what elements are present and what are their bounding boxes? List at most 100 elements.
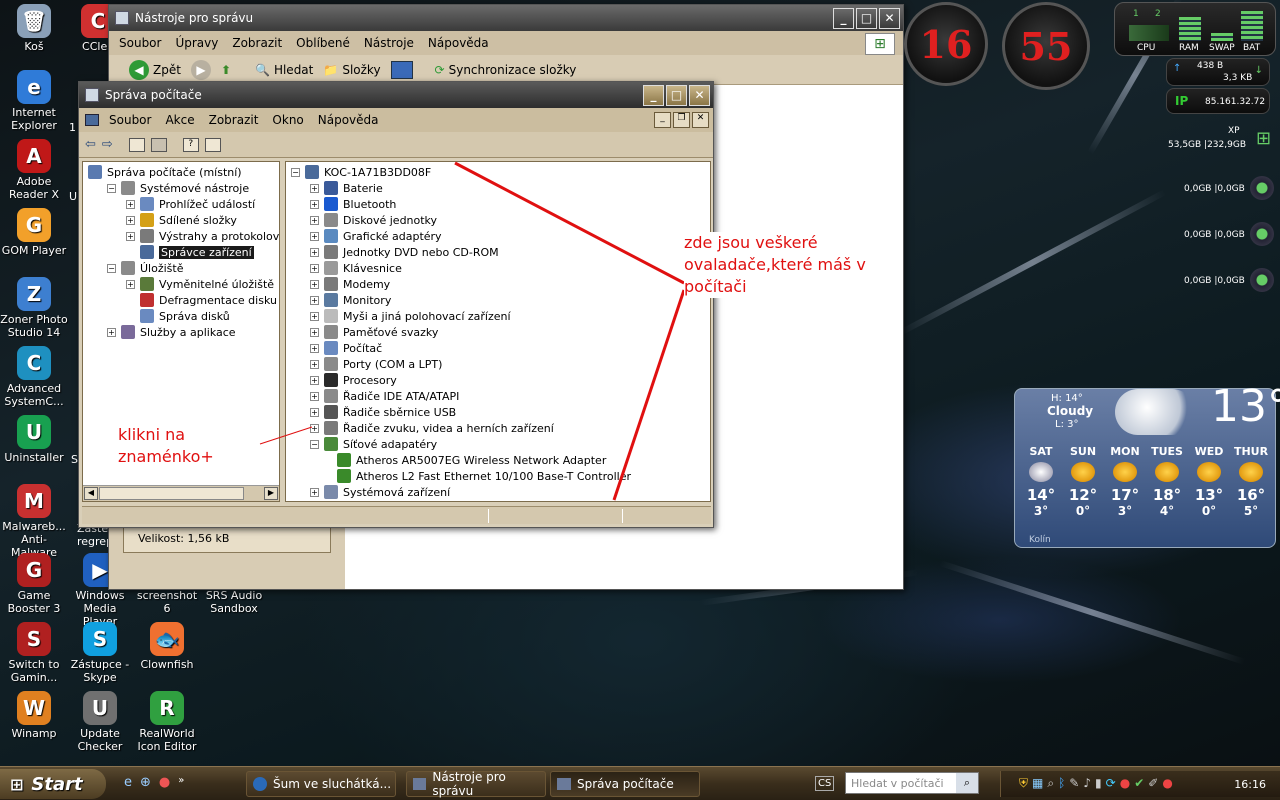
back-button[interactable]: ◀ Zpět — [129, 59, 181, 80]
expand-toggle[interactable]: + — [310, 215, 319, 225]
title-bar[interactable]: Správa počítače _ □ ✕ — [79, 82, 713, 108]
inner-restore-button[interactable]: ❐ — [673, 112, 690, 128]
device-category[interactable]: + Monitory — [310, 292, 391, 308]
game-icon[interactable]: ● — [159, 775, 170, 790]
desktop-icon[interactable]: G Game Booster 3 — [0, 553, 68, 615]
minimize-button[interactable]: _ — [833, 7, 854, 29]
device-category[interactable]: + Myši a jiná polohovací zařízení — [310, 308, 511, 324]
task-button[interactable]: Šum ve sluchátká... — [246, 771, 396, 797]
menu-item[interactable]: Úpravy — [175, 36, 218, 50]
shield-icon[interactable]: ⛨ — [1019, 776, 1028, 791]
scroll-thumb[interactable] — [99, 487, 244, 500]
expand-toggle[interactable]: + — [126, 215, 135, 225]
battery-icon[interactable]: ▮ — [1095, 776, 1102, 791]
tree-item[interactable]: − Systémové nástroje — [107, 180, 249, 196]
expand-toggle[interactable]: + — [310, 423, 319, 433]
alert-icon[interactable]: ● — [1162, 776, 1172, 791]
expand-toggle[interactable]: + — [310, 231, 319, 241]
network-icon[interactable]: ▦ — [1032, 776, 1043, 791]
maximize-button[interactable]: □ — [666, 84, 687, 106]
device-category[interactable]: + Řadiče sběrnice USB — [310, 404, 456, 420]
cleaner-icon[interactable]: ● — [1120, 776, 1130, 791]
desktop-icon[interactable]: W Winamp — [0, 691, 68, 740]
device-category[interactable]: + Řadiče zvuku, videa a herních zařízení — [310, 420, 554, 436]
update-icon[interactable]: ✎ — [1069, 776, 1079, 791]
expand-toggle[interactable]: + — [310, 295, 319, 305]
expand-toggle[interactable]: − — [107, 263, 116, 273]
tree-item[interactable]: Správce zařízení — [126, 244, 254, 260]
expand-toggle[interactable]: + — [310, 343, 319, 353]
close-button[interactable]: ✕ — [879, 7, 900, 29]
tree-item[interactable]: + Prohlížeč událostí — [126, 196, 255, 212]
sync-button[interactable]: ⟳ Synchronizace složky — [435, 63, 577, 77]
desktop-icon[interactable]: C Advanced SystemC... — [0, 346, 68, 408]
expand-toggle[interactable]: − — [291, 167, 300, 177]
desktop-icon[interactable]: e Internet Explorer — [0, 70, 68, 132]
pen-icon[interactable]: ✐ — [1148, 776, 1158, 791]
desktop-icon[interactable]: G GOM Player — [0, 208, 68, 257]
tree-item[interactable]: + Vyměnitelné úložiště — [126, 276, 274, 292]
desktop-icon[interactable]: Z Zoner Photo Studio 14 — [0, 277, 68, 339]
expand-toggle[interactable]: + — [310, 391, 319, 401]
scroll-left-icon[interactable]: ◀ — [84, 487, 98, 500]
device-category[interactable]: + Řadiče IDE ATA/ATAPI — [310, 388, 459, 404]
views-button[interactable] — [390, 60, 413, 79]
expand-toggle[interactable]: − — [107, 183, 116, 193]
device-category[interactable]: + Počítač — [310, 340, 382, 356]
task-button[interactable]: Správa počítače — [550, 771, 700, 797]
device-category[interactable]: + Jednotky DVD nebo CD-ROM — [310, 244, 499, 260]
expand-toggle[interactable]: + — [310, 311, 319, 321]
task-button[interactable]: Nástroje pro správu — [406, 770, 546, 798]
clock[interactable]: 16:16 — [1234, 778, 1266, 791]
expand-toggle[interactable]: + — [126, 231, 135, 241]
device-category[interactable]: + Baterie — [310, 180, 383, 196]
expand-toggle[interactable]: − — [310, 439, 319, 449]
tree-item[interactable]: Defragmentace disku — [126, 292, 277, 308]
language-indicator[interactable]: CS — [815, 776, 835, 791]
desktop-icon[interactable]: 🗑 Koš — [0, 4, 68, 53]
expand-toggle[interactable]: + — [107, 327, 116, 337]
more-icon[interactable]: » — [178, 775, 184, 790]
refresh-icon[interactable]: ⟳ — [1106, 776, 1116, 791]
expand-toggle[interactable]: + — [310, 247, 319, 257]
device-category[interactable]: + Porty (COM a LPT) — [310, 356, 442, 372]
start-button[interactable]: ⊞ Start — [0, 769, 106, 799]
properties-icon[interactable] — [204, 137, 221, 152]
maximize-button[interactable]: □ — [856, 7, 877, 29]
device-category[interactable]: + Modemy — [310, 276, 390, 292]
tree-item[interactable]: − Úložiště — [107, 260, 183, 276]
ie-icon[interactable]: e — [124, 775, 132, 790]
menu-item[interactable]: Nápověda — [428, 36, 489, 50]
horizontal-scrollbar[interactable]: ◀ ▶ — [83, 485, 279, 501]
expand-toggle[interactable]: + — [310, 407, 319, 417]
desktop-icon[interactable]: U Update Checker — [66, 691, 134, 753]
inner-close-button[interactable]: ✕ — [692, 112, 709, 128]
menu-item[interactable]: Nápověda — [318, 113, 379, 127]
tree-root[interactable]: − KOC-1A71B3DD08F — [291, 164, 431, 180]
tree-item[interactable]: + Služby a aplikace — [107, 324, 236, 340]
expand-toggle[interactable]: + — [310, 359, 319, 369]
back-arrow-icon[interactable]: ⇦ — [85, 137, 96, 152]
expand-toggle[interactable]: + — [310, 279, 319, 289]
menu-item[interactable]: Soubor — [109, 113, 151, 127]
device-category[interactable]: + Bluetooth — [310, 196, 396, 212]
show-hide-tree-icon[interactable] — [150, 137, 167, 152]
device-category[interactable]: + Systémová zařízení — [310, 484, 450, 500]
menu-item[interactable]: Zobrazit — [232, 36, 282, 50]
expand-toggle[interactable]: + — [310, 327, 319, 337]
expand-toggle[interactable]: + — [310, 487, 319, 497]
tree-item[interactable]: Správa disků — [126, 308, 230, 324]
device-category[interactable]: + Procesory — [310, 372, 397, 388]
desktop-icon[interactable]: 🐟 Clownfish — [133, 622, 201, 671]
device-item[interactable]: Atheros AR5007EG Wireless Network Adapte… — [337, 452, 606, 468]
menu-item[interactable]: Oblíbené — [296, 36, 350, 50]
expand-toggle[interactable]: + — [310, 263, 319, 273]
tree-item[interactable]: Správa počítače (místní) — [88, 164, 242, 180]
menu-item[interactable]: Akce — [165, 113, 194, 127]
help-icon[interactable]: ? — [182, 137, 199, 152]
expand-toggle[interactable]: + — [310, 199, 319, 209]
device-pane[interactable]: − KOC-1A71B3DD08F + Baterie + Bluetooth + Disko… — [285, 161, 711, 502]
tree-item[interactable]: + Výstrahy a protokolování vý — [126, 228, 279, 244]
expand-toggle[interactable]: + — [310, 183, 319, 193]
menu-item[interactable]: Zobrazit — [209, 113, 259, 127]
